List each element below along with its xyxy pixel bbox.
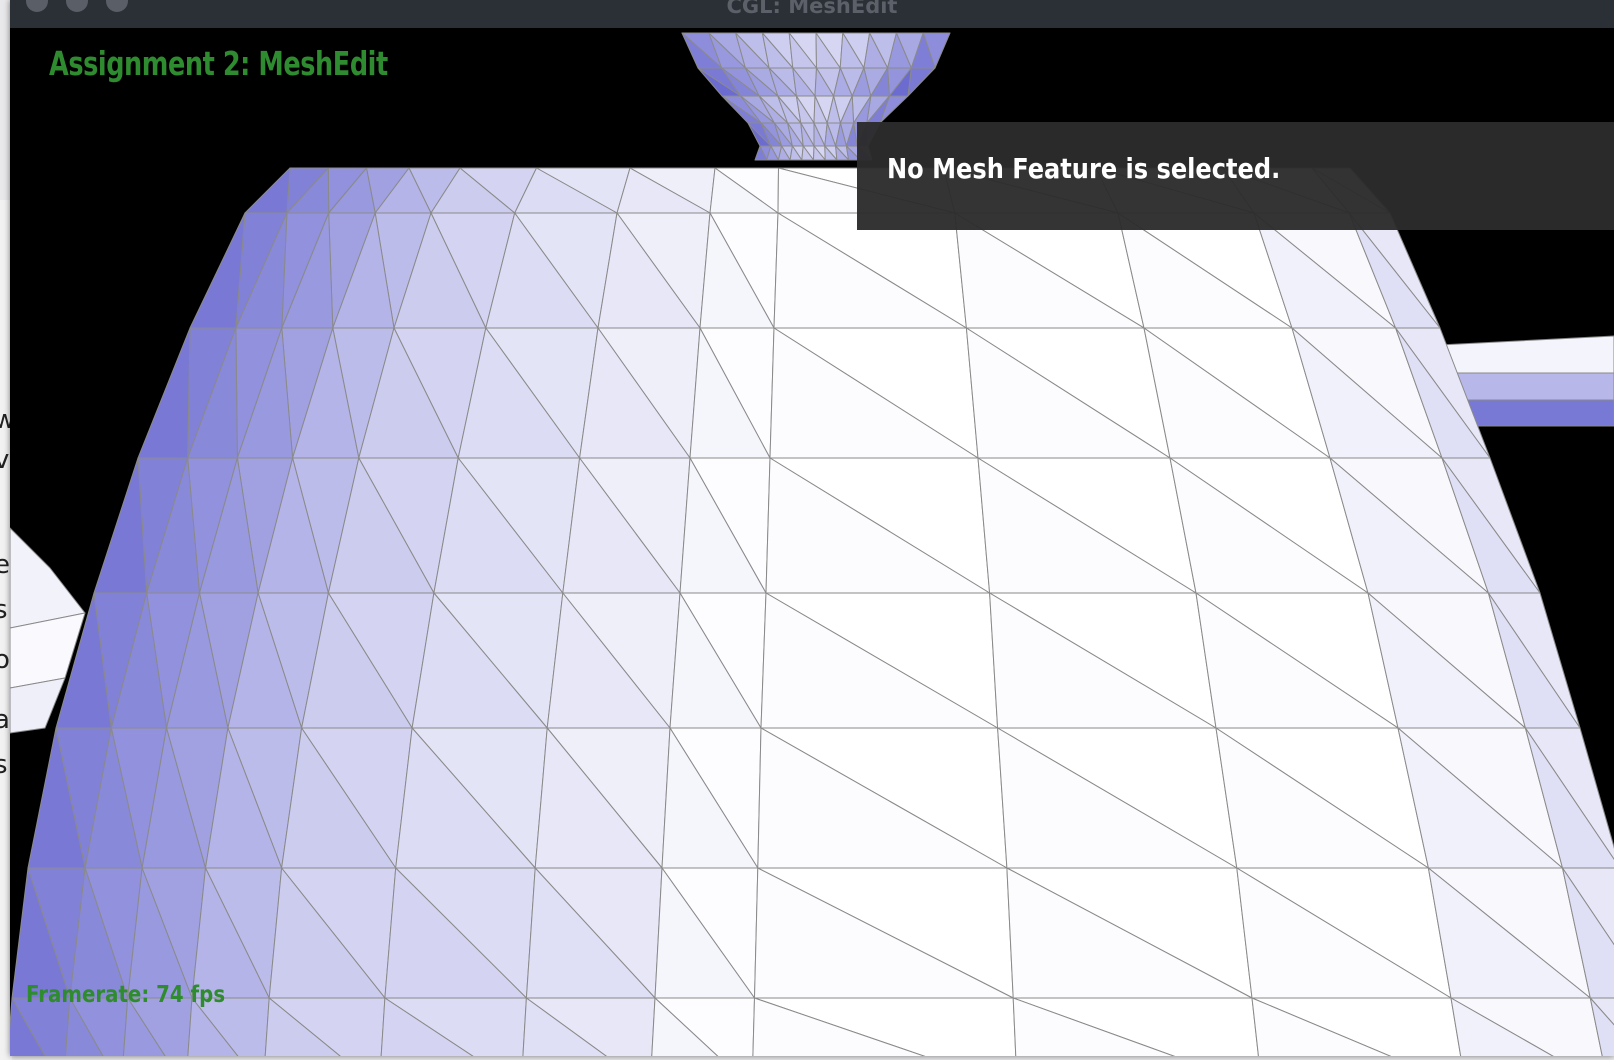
mesh-triangle [244, 167, 291, 214]
mesh-triangle [907, 67, 936, 97]
window-title: CGL: MeshEdit [726, 0, 898, 18]
selection-info-text: No Mesh Feature is selected. [887, 152, 1281, 185]
background-letter: o [0, 645, 10, 675]
framerate-label: Framerate: 74 fps [26, 982, 226, 1008]
mesh-triangle [10, 527, 86, 629]
background-letter: a [0, 705, 10, 735]
mesh-triangle [93, 457, 148, 594]
teapot-body[interactable] [10, 167, 1614, 1056]
selection-info-panel: No Mesh Feature is selected. [857, 122, 1614, 230]
background-letter: s [0, 595, 8, 625]
title-bar[interactable]: CGL: MeshEdit [10, 0, 1614, 28]
background-letter: v [0, 445, 10, 475]
background-letter: s [0, 750, 8, 780]
app-title: Assignment 2: MeshEdit [49, 44, 388, 83]
app-window: CGL: MeshEdit Assignment 2: MeshEdit No … [10, 0, 1614, 1056]
background-letter: i [0, 500, 1, 530]
mesh-viewport[interactable]: Assignment 2: MeshEdit No Mesh Feature i… [10, 28, 1614, 1056]
mesh-triangle [137, 327, 191, 459]
background-letter: e [0, 550, 10, 580]
mesh-triangle [189, 212, 246, 329]
